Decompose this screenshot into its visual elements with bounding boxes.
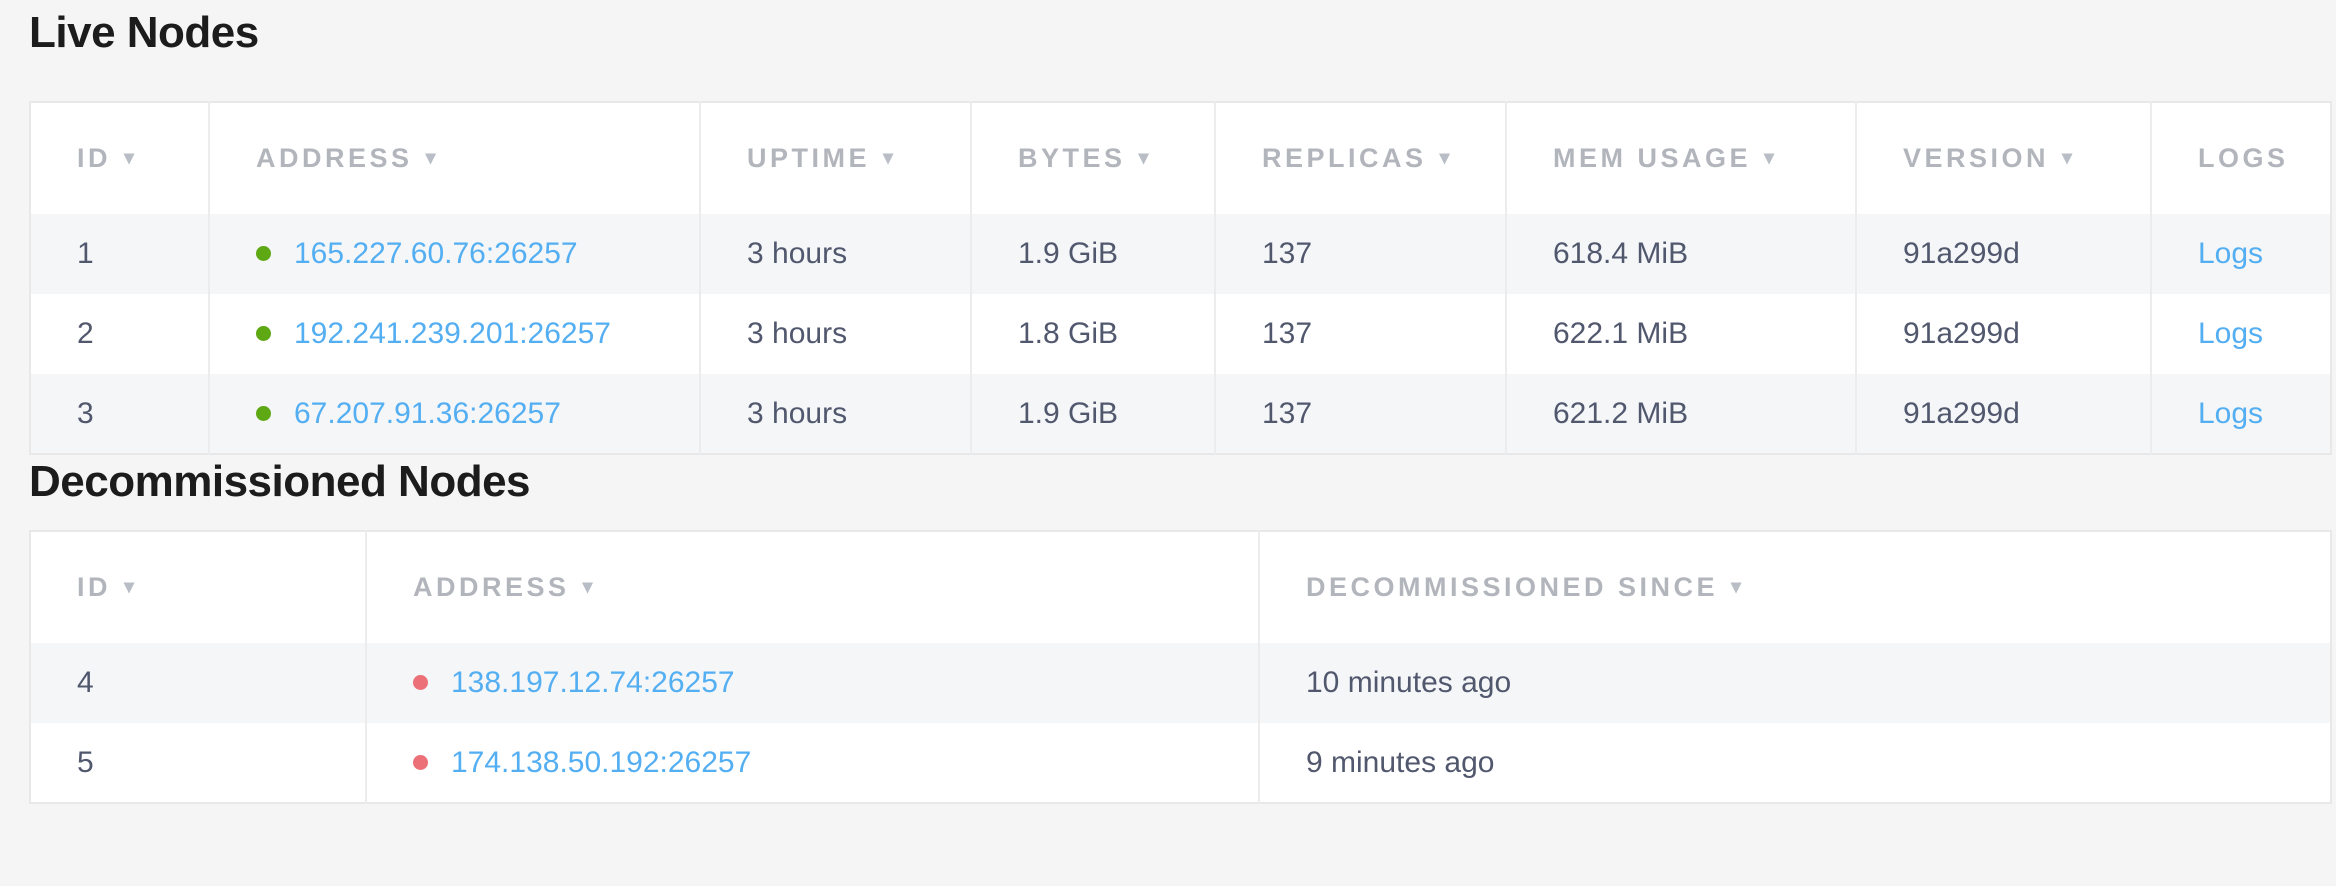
decommissioned-nodes-title: Decommissioned Nodes xyxy=(29,455,2345,509)
live-status-icon xyxy=(256,326,271,341)
col-header-label: MEM USAGE xyxy=(1553,143,1751,173)
table-row: 5 174.138.50.192:26257 9 minutes ago xyxy=(30,723,2331,803)
node-id-cell: 4 xyxy=(30,643,366,723)
node-replicas-cell: 137 xyxy=(1215,374,1506,454)
node-replicas-cell: 137 xyxy=(1215,214,1506,294)
node-address-cell: 165.227.60.76:26257 xyxy=(209,214,700,294)
node-address-link[interactable]: 138.197.12.74:26257 xyxy=(451,666,735,699)
node-bytes-cell: 1.9 GiB xyxy=(971,214,1215,294)
col-header-decommissioned-since[interactable]: DECOMMISSIONED SINCE ▾ xyxy=(1259,531,2331,643)
scrollbar-track[interactable] xyxy=(2336,0,2345,886)
col-header-bytes[interactable]: BYTES ▾ xyxy=(971,102,1215,214)
node-mem-usage-cell: 622.1 MiB xyxy=(1506,294,1856,374)
sort-arrow-icon: ▾ xyxy=(1139,145,1149,170)
live-status-icon xyxy=(256,246,271,261)
node-address-cell: 138.197.12.74:26257 xyxy=(366,643,1259,723)
decommissioned-status-icon xyxy=(413,675,428,690)
node-address-link[interactable]: 67.207.91.36:26257 xyxy=(294,397,561,430)
table-row: 2 192.241.239.201:26257 3 hours 1.8 GiB … xyxy=(30,294,2331,374)
sort-arrow-icon: ▾ xyxy=(124,145,134,170)
node-address-link[interactable]: 174.138.50.192:26257 xyxy=(451,746,751,779)
sort-arrow-icon: ▾ xyxy=(2062,145,2072,170)
node-address-cell: 67.207.91.36:26257 xyxy=(209,374,700,454)
sort-arrow-icon: ▾ xyxy=(583,574,593,599)
node-replicas-cell: 137 xyxy=(1215,294,1506,374)
col-header-version[interactable]: VERSION ▾ xyxy=(1856,102,2151,214)
col-header-label: VERSION xyxy=(1903,143,2049,173)
node-id-cell: 2 xyxy=(30,294,209,374)
sort-arrow-icon: ▾ xyxy=(1440,145,1450,170)
logs-link[interactable]: Logs xyxy=(2198,317,2263,350)
table-row: 4 138.197.12.74:26257 10 minutes ago xyxy=(30,643,2331,723)
node-decommissioned-since-cell: 9 minutes ago xyxy=(1259,723,2331,803)
node-address-link[interactable]: 165.227.60.76:26257 xyxy=(294,237,578,270)
table-row: 3 67.207.91.36:26257 3 hours 1.9 GiB 137… xyxy=(30,374,2331,454)
node-bytes-cell: 1.9 GiB xyxy=(971,374,1215,454)
col-header-id[interactable]: ID ▾ xyxy=(30,102,209,214)
node-bytes-cell: 1.8 GiB xyxy=(971,294,1215,374)
node-id-cell: 5 xyxy=(30,723,366,803)
live-nodes-table: ID ▾ ADDRESS ▾ UPTIME ▾ BYTES ▾ REPLICAS ▾ ME… xyxy=(29,101,2332,455)
sort-arrow-icon: ▾ xyxy=(426,145,436,170)
col-header-label: BYTES xyxy=(1018,143,1126,173)
node-uptime-cell: 3 hours xyxy=(700,374,971,454)
col-header-id[interactable]: ID ▾ xyxy=(30,531,366,643)
logs-link[interactable]: Logs xyxy=(2198,397,2263,430)
col-header-address[interactable]: ADDRESS ▾ xyxy=(209,102,700,214)
decommissioned-table-header-row: ID ▾ ADDRESS ▾ DECOMMISSIONED SINCE ▾ xyxy=(30,531,2331,643)
logs-link[interactable]: Logs xyxy=(2198,237,2263,270)
col-header-logs: LOGS xyxy=(2151,102,2331,214)
node-address-cell: 192.241.239.201:26257 xyxy=(209,294,700,374)
col-header-label: REPLICAS xyxy=(1262,143,1427,173)
sort-arrow-icon: ▾ xyxy=(124,574,134,599)
col-header-mem-usage[interactable]: MEM USAGE ▾ xyxy=(1506,102,1856,214)
node-mem-usage-cell: 618.4 MiB xyxy=(1506,214,1856,294)
live-table-header-row: ID ▾ ADDRESS ▾ UPTIME ▾ BYTES ▾ REPLICAS ▾ ME… xyxy=(30,102,2331,214)
node-decommissioned-since-cell: 10 minutes ago xyxy=(1259,643,2331,723)
col-header-label: LOGS xyxy=(2198,143,2289,173)
live-nodes-title: Live Nodes xyxy=(29,6,2345,60)
node-uptime-cell: 3 hours xyxy=(700,214,971,294)
node-version-cell: 91a299d xyxy=(1856,214,2151,294)
col-header-uptime[interactable]: UPTIME ▾ xyxy=(700,102,971,214)
col-header-label: ID xyxy=(77,143,111,173)
sort-arrow-icon: ▾ xyxy=(883,145,893,170)
col-header-label: ADDRESS xyxy=(256,143,413,173)
node-uptime-cell: 3 hours xyxy=(700,294,971,374)
node-address-cell: 174.138.50.192:26257 xyxy=(366,723,1259,803)
decommissioned-status-icon xyxy=(413,755,428,770)
live-status-icon xyxy=(256,406,271,421)
node-logs-cell: Logs xyxy=(2151,294,2331,374)
col-header-replicas[interactable]: REPLICAS ▾ xyxy=(1215,102,1506,214)
node-id-cell: 3 xyxy=(30,374,209,454)
col-header-label: ADDRESS xyxy=(413,572,570,602)
table-row: 1 165.227.60.76:26257 3 hours 1.9 GiB 13… xyxy=(30,214,2331,294)
node-logs-cell: Logs xyxy=(2151,214,2331,294)
sort-arrow-icon: ▾ xyxy=(1764,145,1774,170)
node-id-cell: 1 xyxy=(30,214,209,294)
node-mem-usage-cell: 621.2 MiB xyxy=(1506,374,1856,454)
node-version-cell: 91a299d xyxy=(1856,294,2151,374)
col-header-label: DECOMMISSIONED SINCE xyxy=(1306,572,1718,602)
node-logs-cell: Logs xyxy=(2151,374,2331,454)
col-header-label: UPTIME xyxy=(747,143,870,173)
col-header-label: ID xyxy=(77,572,111,602)
nodes-page: Live Nodes ID ▾ ADDRESS ▾ UPTIME ▾ BYTES ▾ R… xyxy=(0,0,2345,804)
node-version-cell: 91a299d xyxy=(1856,374,2151,454)
sort-arrow-icon: ▾ xyxy=(1731,574,1741,599)
decommissioned-nodes-table: ID ▾ ADDRESS ▾ DECOMMISSIONED SINCE ▾ 4 138… xyxy=(29,530,2332,804)
col-header-address[interactable]: ADDRESS ▾ xyxy=(366,531,1259,643)
node-address-link[interactable]: 192.241.239.201:26257 xyxy=(294,317,611,350)
